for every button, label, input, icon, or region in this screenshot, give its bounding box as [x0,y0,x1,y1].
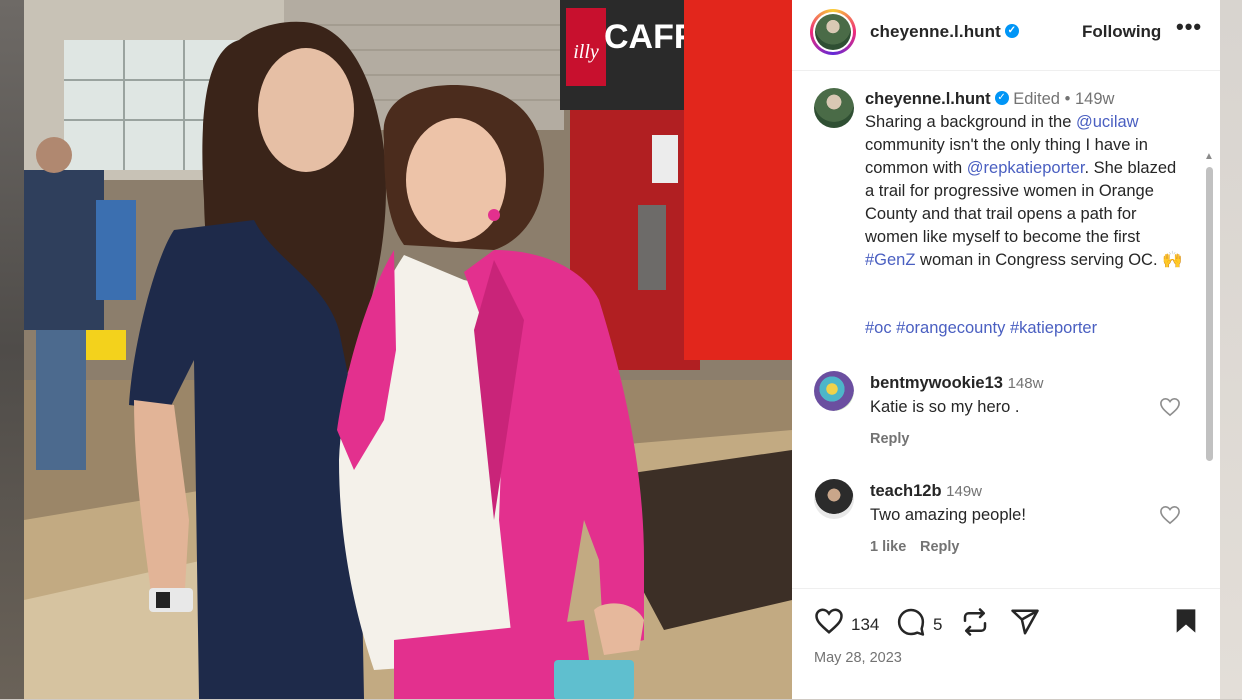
comment-age: 148w [1007,375,1044,392]
illy-logo-text: illy [573,41,599,63]
comment-reply-button[interactable]: Reply [920,539,960,555]
comment-reply-button[interactable]: Reply [870,431,910,447]
comment-username[interactable]: teach12b [870,482,942,500]
caption-age[interactable]: 149w [1075,90,1114,108]
edited-label: Edited [1013,90,1060,108]
caption-avatar[interactable] [814,88,854,128]
comment-header: bentmywookie13 148w [870,374,1043,393]
photo-illustration: illy CAFFE [24,0,792,699]
likes-count[interactable]: 134 [851,615,879,635]
post-header: cheyenne.l.hunt ✓ Following ••• [792,0,1220,71]
repost-icon[interactable] [960,607,990,637]
comments-scroll-area[interactable]: cheyenne.l.hunt ✓ Edited • 149w Sharing a… [792,71,1220,587]
scroll-up-arrow-icon[interactable]: ▲ [1204,151,1214,162]
comments-scrollbar[interactable]: ▲ ▼ [1204,151,1214,587]
comment-text: Katie is so my hero . [870,398,1020,416]
comments-count[interactable]: 5 [933,615,942,635]
save-bookmark-icon[interactable] [1174,607,1198,635]
post-photo[interactable]: illy CAFFE [24,0,792,699]
comment-like-heart-icon[interactable] [1159,397,1181,417]
mention-repkatieporter[interactable]: @repkatieporter [967,159,1085,177]
right-blur-edge [1220,0,1242,699]
meta-dot: • [1064,90,1071,108]
hashtag-list[interactable]: #oc #orangecounty #katieporter [865,319,1097,338]
comment-username[interactable]: bentmywookie13 [870,374,1003,392]
verified-badge-icon: ✓ [1004,23,1019,38]
caption-verified-icon: ✓ [994,90,1009,105]
comment-avatar[interactable] [814,371,854,411]
left-blur-edge [0,0,24,699]
mention-ucilaw[interactable]: @ucilaw [1076,113,1139,131]
comment-bubble-icon[interactable] [896,607,926,637]
post-panel: cheyenne.l.hunt ✓ Following ••• cheyenne.… [792,0,1220,699]
more-options-icon[interactable]: ••• [1176,14,1202,40]
comment-header: teach12b 149w [870,482,982,501]
post-date[interactable]: May 28, 2023 [814,650,902,666]
share-send-icon[interactable] [1010,607,1040,637]
header-username-link[interactable]: cheyenne.l.hunt ✓ [870,22,1019,42]
hashtag-genz[interactable]: #GenZ [865,251,915,269]
caption-text: Sharing a background in the [865,113,1076,131]
comment-age: 149w [946,483,982,500]
header-username[interactable]: cheyenne.l.hunt [870,22,1001,41]
header-avatar[interactable] [810,9,856,55]
caption: cheyenne.l.hunt ✓ Edited • 149w Sharing a… [865,88,1185,272]
comment-text: Two amazing people! [870,506,1026,524]
comment-likes-count[interactable]: 1 like [870,539,906,555]
like-heart-icon[interactable] [814,607,844,635]
caption-username[interactable]: cheyenne.l.hunt [865,90,991,108]
caption-text: woman in Congress serving OC. 🙌 [915,251,1183,269]
comment-like-heart-icon[interactable] [1159,505,1181,525]
following-button[interactable]: Following [1082,22,1161,42]
comment-avatar[interactable] [814,479,854,519]
post-actions: 134 5 May 28, 2023 [792,588,1220,700]
scroll-thumb[interactable] [1206,167,1213,461]
